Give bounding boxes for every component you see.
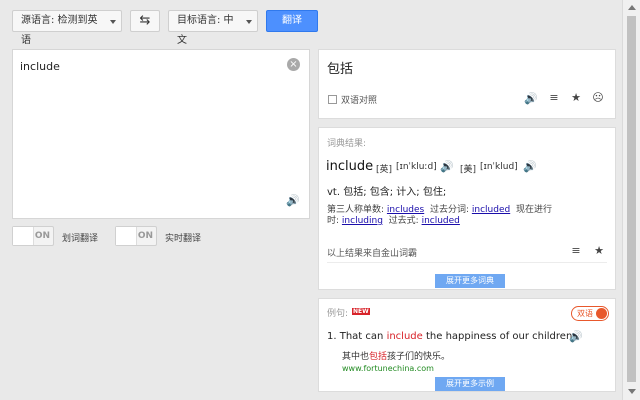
scroll-down-icon[interactable]: [628, 389, 636, 394]
target-language-dropdown[interactable]: 目标语言: 中文: [168, 10, 258, 46]
uk-phonetic: [ɪnˈkluːd]: [396, 162, 437, 172]
example-english: 1. That can include the happiness of our…: [327, 331, 575, 342]
translate-button[interactable]: 翻译: [266, 10, 318, 32]
bilingual-examples-toggle[interactable]: 双语: [571, 306, 609, 321]
new-badge: NEW: [352, 308, 370, 315]
dictionary-source-note: 以上结果来自金山词霸: [327, 249, 418, 259]
speaker-icon[interactable]: 🔊: [286, 194, 300, 207]
dictionary-panel: 词典结果: include [英] [ɪnˈkluːd] 🔊 [美] [ɪnˈk…: [318, 127, 616, 290]
uk-label: [英]: [376, 165, 393, 175]
feedback-icon[interactable]: ☹: [591, 91, 605, 104]
us-label: [美]: [460, 165, 477, 175]
source-language-dropdown[interactable]: 源语言: 检测到英语: [12, 10, 122, 46]
word-forms: 第三人称单数: includes 过去分词: included 现在进行 时: …: [327, 205, 567, 227]
speaker-icon[interactable]: 🔊: [523, 160, 537, 173]
translation-result-text: 包括: [327, 62, 354, 77]
bilingual-toggle-label: 双语: [577, 309, 593, 318]
source-language-label: 源语言: 检测到英语: [21, 15, 98, 46]
example-text: 孩子们的快乐。: [387, 352, 451, 362]
dictionary-definition: vt. 包括; 包含; 计入; 包住;: [327, 187, 447, 198]
example-chinese: 其中也包括孩子们的快乐。: [342, 349, 450, 362]
divider: [327, 262, 607, 263]
chevron-down-icon: [110, 20, 116, 24]
example-highlight: include: [386, 331, 423, 342]
toggle-state: ON: [34, 231, 50, 241]
example-text: 其中也: [342, 352, 370, 362]
us-phonetic: [ɪnˈklud]: [480, 162, 518, 172]
toggle-knob: [116, 227, 137, 245]
list-icon[interactable]: ≡: [547, 91, 561, 104]
translation-result-panel: 包括 双语对照 🔊 ≡ ★ ☹: [318, 49, 616, 119]
vertical-scrollbar[interactable]: [622, 0, 640, 400]
examples-header: 例句:: [327, 309, 349, 319]
word-select-translate-label: 划词翻译: [62, 234, 99, 244]
speaker-icon[interactable]: 🔊: [524, 92, 538, 105]
dictionary-header: 词典结果:: [327, 139, 367, 149]
target-language-label: 目标语言: 中文: [177, 15, 234, 46]
swap-languages-button[interactable]: ⇆: [130, 10, 160, 32]
scroll-thumb[interactable]: [627, 16, 636, 382]
more-examples-button[interactable]: 展开更多示例: [435, 377, 505, 391]
example-number: 1.: [327, 331, 337, 342]
clear-icon[interactable]: ×: [287, 58, 300, 71]
example-text: That can: [339, 331, 384, 342]
example-text: the happiness of our children.: [425, 331, 576, 342]
toggle-state: ON: [137, 231, 153, 241]
word-select-translate-toggle[interactable]: ON: [12, 226, 54, 246]
dictionary-word: include: [326, 159, 374, 174]
source-text: include: [20, 60, 60, 73]
speaker-icon[interactable]: 🔊: [569, 330, 583, 343]
examples-panel: 例句: NEW 双语 1. That can include the happi…: [318, 298, 616, 392]
form-past-participle-link[interactable]: included: [472, 205, 510, 215]
forms-label: 过去分词:: [429, 205, 469, 215]
scroll-up-icon[interactable]: [628, 5, 636, 10]
example-source: www.fortunechina.com: [342, 364, 434, 373]
star-icon[interactable]: ★: [592, 244, 606, 257]
form-third-person-link[interactable]: includes: [387, 205, 424, 215]
bilingual-label: 双语对照: [341, 96, 378, 106]
form-present-participle-link[interactable]: including: [342, 216, 383, 226]
forms-label: 过去式:: [388, 216, 419, 226]
forms-label: 现在进行: [515, 205, 552, 215]
more-dictionaries-button[interactable]: 展开更多词典: [435, 274, 505, 288]
toggle-knob: [596, 308, 607, 319]
realtime-translate-label: 实时翻译: [165, 234, 202, 244]
forms-label: 第三人称单数:: [327, 205, 385, 215]
bilingual-checkbox[interactable]: [328, 95, 337, 104]
swap-icon: ⇆: [139, 13, 151, 28]
star-icon[interactable]: ★: [569, 91, 583, 104]
form-past-tense-link[interactable]: included: [422, 216, 460, 226]
source-text-area[interactable]: include × 🔊: [12, 49, 310, 219]
list-icon[interactable]: ≡: [569, 244, 583, 257]
speaker-icon[interactable]: 🔊: [440, 160, 454, 173]
example-highlight: 包括: [369, 352, 388, 362]
toggle-knob: [13, 227, 34, 245]
realtime-translate-toggle[interactable]: ON: [115, 226, 157, 246]
forms-label: 时:: [327, 216, 340, 226]
chevron-down-icon: [246, 20, 252, 24]
